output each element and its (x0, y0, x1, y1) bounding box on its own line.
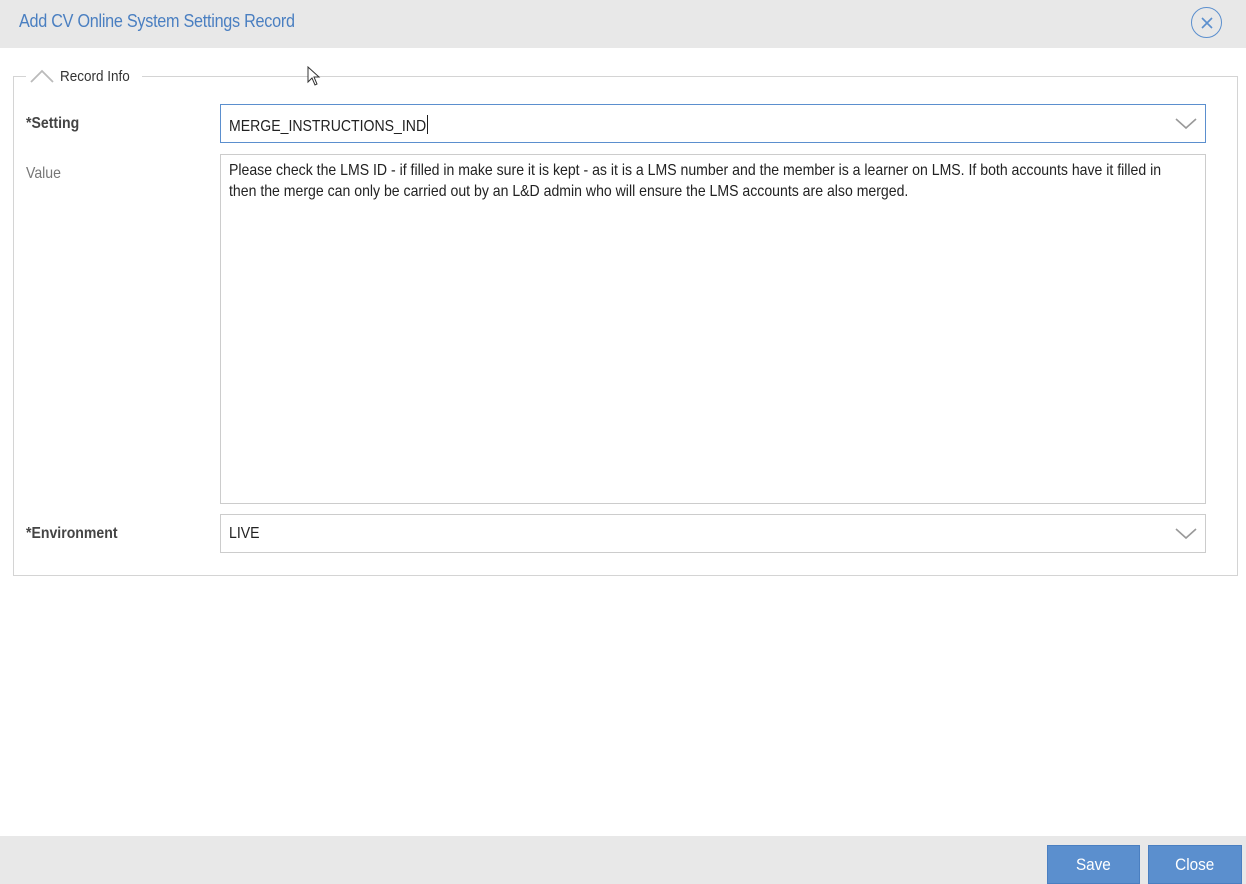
close-circle-icon (1200, 16, 1213, 29)
chevron-down-icon (1175, 118, 1197, 130)
environment-label: *Environment (26, 525, 118, 542)
dialog-title-bar: Add CV Online System Settings Record (0, 0, 1246, 48)
environment-value: LIVE (229, 525, 260, 542)
close-button[interactable]: Close (1148, 845, 1242, 884)
record-info-toggle[interactable]: Record Info (26, 65, 142, 87)
dialog-close-button[interactable] (1191, 7, 1222, 38)
setting-label: *Setting (26, 115, 80, 132)
section-legend: Record Info (60, 67, 130, 85)
text-caret (427, 115, 428, 134)
close-button-label: Close (1175, 854, 1215, 874)
value-label: Value (26, 165, 61, 182)
setting-value: MERGE_INSTRUCTIONS_IND (229, 115, 428, 135)
value-textarea[interactable]: Please check the LMS ID - if filled in m… (220, 154, 1206, 504)
environment-dropdown[interactable]: LIVE (220, 514, 1206, 553)
save-button[interactable]: Save (1047, 845, 1140, 884)
mouse-cursor-icon (307, 66, 321, 86)
save-button-label: Save (1076, 854, 1111, 874)
chevron-down-icon (1175, 528, 1197, 540)
value-text: Please check the LMS ID - if filled in m… (229, 162, 1162, 200)
chevron-up-icon (30, 69, 54, 83)
dialog-title: Add CV Online System Settings Record (19, 11, 295, 31)
setting-dropdown[interactable]: MERGE_INSTRUCTIONS_IND (220, 104, 1206, 143)
